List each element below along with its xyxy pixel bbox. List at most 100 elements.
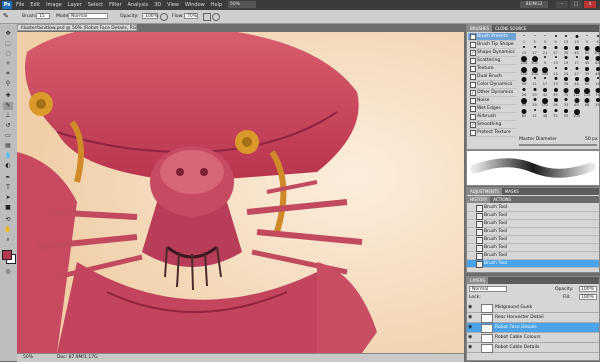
brush-tip[interactable]: 48	[540, 108, 550, 118]
brush-tip[interactable]: 36	[561, 76, 571, 86]
brush-tip[interactable]: 65	[593, 55, 600, 65]
path-select-tool-icon[interactable]: ➤	[3, 194, 13, 202]
history-item[interactable]: Brush Tool	[467, 228, 599, 236]
menu-view[interactable]: View	[167, 2, 179, 8]
brush-tip[interactable]: 19	[561, 55, 571, 65]
mode-select[interactable]: Normal	[68, 13, 108, 19]
brush-tip[interactable]: 100	[519, 66, 529, 76]
brush-tip[interactable]: 300	[530, 55, 540, 65]
brush-tip[interactable]: 1	[519, 34, 529, 44]
checkbox[interactable]	[470, 82, 476, 88]
workspace-switcher[interactable]: BEING2	[520, 1, 548, 8]
maximize-button[interactable]: □	[570, 1, 582, 8]
brush-tip[interactable]: 9	[540, 55, 550, 65]
canvas[interactable]	[17, 32, 464, 353]
brush-tip[interactable]: 13	[561, 34, 571, 44]
clone-stamp-tool-icon[interactable]: ⊥	[3, 112, 13, 120]
brush-tip[interactable]: 35	[561, 45, 571, 55]
brush-setting-item[interactable]: Protect Texture	[468, 129, 516, 137]
pen-tool-icon[interactable]: ✒	[3, 174, 13, 182]
brush-tip[interactable]: 21	[540, 45, 550, 55]
foreground-color-swatch[interactable]	[2, 250, 12, 260]
tab-history[interactable]: HISTORY	[467, 196, 490, 203]
brush-tip[interactable]: 26	[519, 87, 529, 97]
brush-tip[interactable]: 17	[530, 45, 540, 55]
brush-tip[interactable]: 27	[551, 45, 561, 55]
eye-icon[interactable]: ◉	[468, 315, 474, 320]
pen-pressure-size-icon[interactable]	[212, 13, 220, 21]
blend-mode-select[interactable]: Normal	[469, 286, 507, 292]
checkbox[interactable]: ✓	[470, 90, 476, 96]
flow-field[interactable]: 70%	[184, 13, 198, 19]
brush-setting-item[interactable]: Dual Brush	[468, 73, 516, 81]
healing-brush-tool-icon[interactable]: ✚	[3, 92, 13, 100]
brush-setting-item[interactable]: ✓Smoothing	[468, 121, 516, 129]
brush-tip[interactable]: 13	[519, 45, 529, 55]
brush-tip[interactable]: 70	[561, 87, 571, 97]
menu-window[interactable]: Window	[185, 2, 205, 8]
brush-tip[interactable]: 55	[561, 108, 571, 118]
lasso-tool-icon[interactable]: ◌	[3, 50, 13, 58]
pen-pressure-opacity-icon[interactable]	[160, 13, 168, 21]
brush-tip[interactable]: 74	[593, 87, 600, 97]
brush-tip[interactable]: 200	[519, 55, 529, 65]
brush-setting-item[interactable]: ✓Other Dynamics	[468, 89, 516, 97]
master-diameter-value[interactable]: 50 px	[585, 137, 598, 142]
layer-row[interactable]: ◉Robot Cable Details	[467, 343, 599, 353]
menu-analysis[interactable]: Analysis	[128, 2, 149, 8]
hand-tool-icon[interactable]: ✋	[3, 226, 13, 234]
zoom-level-dropdown[interactable]: 50%	[228, 1, 256, 8]
brush-tip[interactable]: 14	[593, 76, 600, 86]
menu-image[interactable]: Image	[46, 2, 62, 8]
tab-actions[interactable]: ACTIONS	[490, 196, 514, 203]
brush-tip[interactable]: 3	[530, 34, 540, 44]
crop-tool-icon[interactable]: ⌗	[3, 70, 13, 78]
opacity-field[interactable]: 100%	[142, 13, 158, 19]
eraser-tool-icon[interactable]: ▭	[3, 132, 13, 140]
layer-row[interactable]: ◉Robot Face Details	[467, 323, 599, 333]
checkbox[interactable]	[470, 114, 476, 120]
shape-tool-icon[interactable]: ■	[3, 204, 13, 212]
brush-tip[interactable]: 65	[582, 45, 592, 55]
eye-icon[interactable]: ◉	[468, 345, 474, 350]
brush-tip[interactable]: 192	[540, 97, 550, 107]
tab-clone-source[interactable]: CLONE SOURCE	[492, 25, 529, 32]
type-tool-icon[interactable]: T	[3, 184, 13, 192]
brush-tip[interactable]: 39	[582, 66, 592, 76]
eye-icon[interactable]: ◉	[468, 305, 474, 310]
brush-tip[interactable]: 19	[572, 34, 582, 44]
brush-tool-icon[interactable]: ✎	[3, 102, 13, 110]
brush-setting-item[interactable]: Texture	[468, 65, 516, 73]
brush-tip[interactable]: 33	[561, 97, 571, 107]
checkbox[interactable]	[470, 98, 476, 104]
layer-opacity-field[interactable]: 100%	[579, 286, 597, 292]
checkbox[interactable]: ✓	[470, 50, 476, 56]
menu-edit[interactable]: Edit	[30, 2, 40, 8]
checkbox[interactable]	[470, 74, 476, 80]
airbrush-icon[interactable]	[203, 13, 211, 21]
menu-select[interactable]: Select	[88, 2, 103, 8]
menu-filter[interactable]: Filter	[109, 2, 121, 8]
brush-tip[interactable]: 42	[540, 87, 550, 97]
brush-size-picker[interactable]: 15	[36, 13, 50, 19]
brush-setting-item[interactable]: Brush Presets	[468, 33, 516, 41]
brush-tip[interactable]: 66	[582, 97, 592, 107]
brush-tip[interactable]: 44	[572, 76, 582, 86]
brush-tip[interactable]: 13	[551, 55, 561, 65]
checkbox[interactable]	[470, 34, 476, 40]
move-tool-icon[interactable]: ✥	[3, 30, 13, 38]
brush-tip[interactable]: 95	[519, 97, 529, 107]
brush-tip[interactable]: 9	[551, 34, 561, 44]
brush-tip[interactable]: 39	[593, 97, 600, 107]
quick-select-tool-icon[interactable]: ✧	[3, 60, 13, 68]
history-item[interactable]: Brush Tool	[467, 252, 599, 260]
history-item[interactable]: Brush Tool	[467, 244, 599, 252]
gradient-tool-icon[interactable]: ▤	[3, 142, 13, 150]
eye-icon[interactable]: ◉	[468, 325, 474, 330]
menu-help[interactable]: Help	[211, 2, 222, 8]
brush-tip[interactable]: 32	[551, 108, 561, 118]
3d-rotate-tool-icon[interactable]: ⟲	[3, 216, 13, 224]
history-item[interactable]: Brush Tool	[467, 260, 599, 268]
brush-setting-item[interactable]: ✓Shape Dynamics	[468, 49, 516, 57]
history-item[interactable]: Brush Tool	[467, 204, 599, 212]
